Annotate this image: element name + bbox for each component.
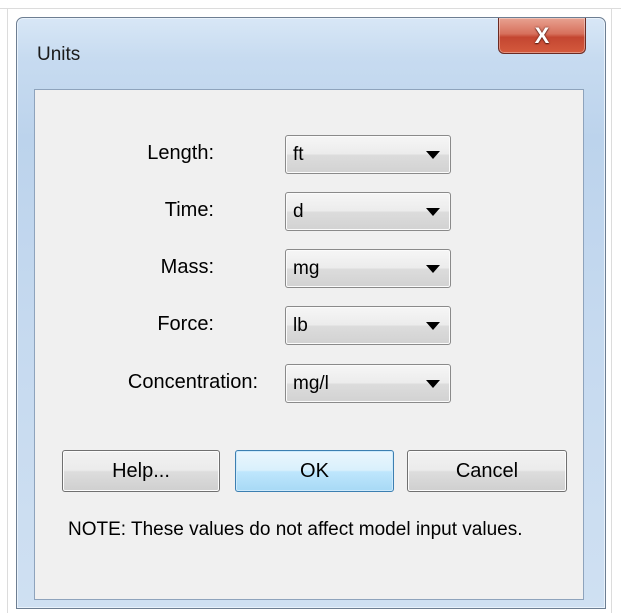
mass-select-value: mg [293, 258, 320, 279]
dialog-title: Units [37, 44, 81, 65]
page: Units X Length: ft Time: d Mass: mg Forc… [0, 0, 621, 613]
divider [611, 8, 612, 613]
units-dialog: Units X Length: ft Time: d Mass: mg Forc… [16, 17, 606, 609]
length-select-value: ft [293, 144, 304, 165]
chevron-down-icon [426, 322, 440, 330]
force-label: Force: [157, 313, 214, 335]
close-icon: X [534, 23, 550, 48]
chevron-down-icon [426, 265, 440, 273]
concentration-label: Concentration: [127, 371, 258, 393]
ok-button[interactable]: OK [235, 450, 394, 492]
force-select-value: lb [293, 315, 308, 336]
divider [7, 8, 8, 613]
chevron-down-icon [426, 208, 440, 216]
force-select[interactable]: lb [285, 306, 451, 345]
help-button[interactable]: Help... [62, 450, 220, 492]
concentration-select-value: mg/l [293, 373, 329, 394]
close-button[interactable]: X [498, 18, 586, 54]
divider [0, 8, 621, 9]
chevron-down-icon [426, 151, 440, 159]
length-label: Length: [147, 142, 214, 164]
time-label: Time: [164, 199, 214, 221]
cancel-button[interactable]: Cancel [407, 450, 567, 492]
time-select-value: d [293, 201, 304, 222]
chevron-down-icon [426, 380, 440, 388]
mass-select[interactable]: mg [285, 249, 451, 288]
length-select[interactable]: ft [285, 135, 451, 174]
time-select[interactable]: d [285, 192, 451, 231]
concentration-select[interactable]: mg/l [285, 364, 451, 403]
note-text: NOTE: These values do not affect model i… [68, 519, 523, 540]
dialog-client-area: Length: ft Time: d Mass: mg Force: lb Co… [34, 89, 584, 600]
mass-label: Mass: [160, 256, 214, 278]
